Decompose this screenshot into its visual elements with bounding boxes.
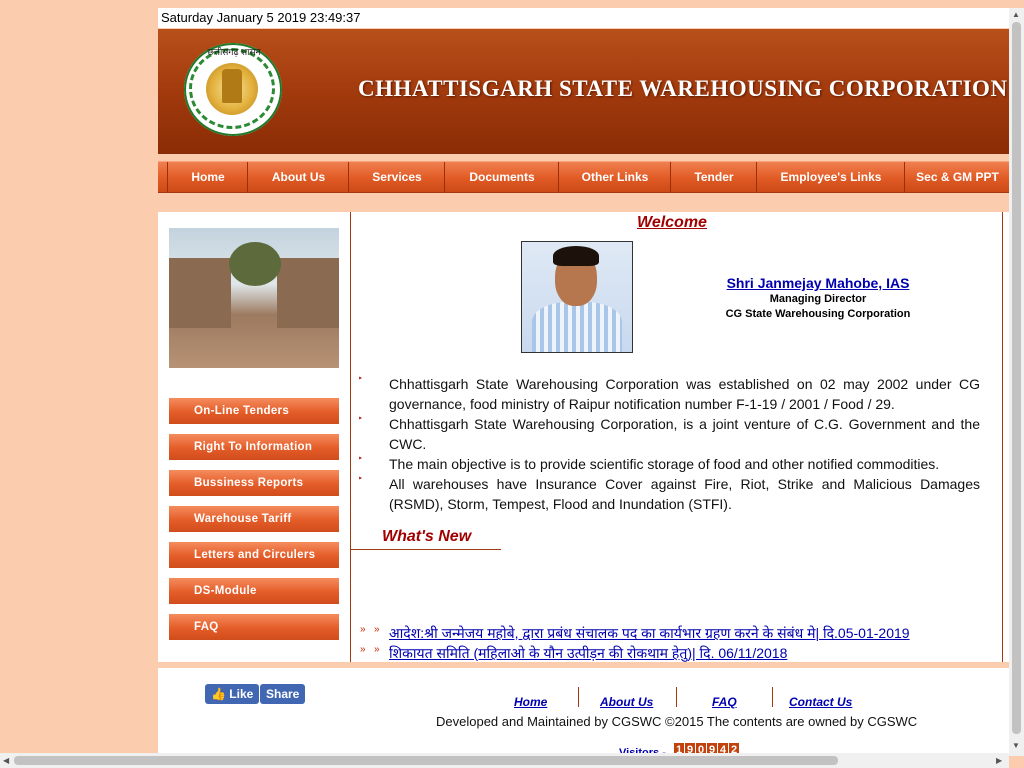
footer-link-about-us[interactable]: About Us bbox=[600, 695, 653, 709]
managing-director-role: Managing Director bbox=[769, 293, 867, 305]
scroll-down-arrow-icon[interactable]: ▼ bbox=[1012, 741, 1020, 750]
national-emblem-icon bbox=[222, 69, 242, 103]
sidebar-business-reports[interactable]: Bussiness Reports bbox=[169, 470, 339, 496]
facebook-share-button[interactable]: Share bbox=[260, 684, 306, 704]
managing-director-org: CG State Warehousing Corporation bbox=[725, 308, 911, 320]
scroll-left-arrow-icon[interactable]: ◀ bbox=[3, 756, 9, 765]
nav-employees-links[interactable]: Employee's Links bbox=[756, 162, 905, 192]
about-paragraph: All warehouses have Insurance Cover agai… bbox=[389, 476, 980, 512]
footer-link-contact-us[interactable]: Contact Us bbox=[789, 695, 852, 709]
seal-text: छत्तीसगढ़ शासन bbox=[207, 47, 261, 57]
news-arrow-icon: » bbox=[360, 644, 366, 655]
nav-documents[interactable]: Documents bbox=[444, 162, 559, 192]
horizontal-scrollbar-thumb[interactable] bbox=[14, 756, 838, 765]
warehouse-photo bbox=[169, 228, 339, 368]
warehouse-building-right bbox=[277, 258, 339, 328]
managing-director-name-link[interactable]: Shri Janmejay Mahobe, IAS bbox=[678, 275, 958, 291]
bullet-arrow-icon: ‣ bbox=[358, 414, 363, 423]
tree-image bbox=[229, 242, 281, 286]
warehouse-building-left bbox=[169, 258, 231, 328]
photo-hair bbox=[553, 246, 599, 266]
nav-about-us[interactable]: About Us bbox=[247, 162, 349, 192]
date-time-bar: Saturday January 5 2019 23:49:37 bbox=[158, 8, 1009, 28]
whats-new-heading: What's New bbox=[382, 528, 472, 545]
developed-by-text: Developed and Maintained by CGSWC ©2015 … bbox=[436, 714, 918, 729]
sidebar-letters-and-circulars[interactable]: Letters and Circulers bbox=[169, 542, 339, 568]
scroll-right-arrow-icon[interactable]: ▶ bbox=[996, 756, 1002, 765]
sidebar-faq[interactable]: FAQ bbox=[169, 614, 339, 640]
news-link[interactable]: शिकायत समिति (महिलाओ के यौन उत्पीड़न की … bbox=[389, 644, 787, 663]
photo-shirt bbox=[532, 302, 622, 352]
footer-link-faq[interactable]: FAQ bbox=[712, 695, 737, 709]
footer-separator bbox=[772, 687, 773, 707]
column-divider-right bbox=[1002, 212, 1003, 662]
sidebar-right-to-information[interactable]: Right To Information bbox=[169, 434, 339, 460]
date-time-text: Saturday January 5 2019 23:49:37 bbox=[161, 10, 361, 25]
horizontal-scrollbar[interactable]: ◀ ▶ bbox=[0, 753, 1009, 768]
about-paragraph: Chhattisgarh State Warehousing Corporati… bbox=[389, 376, 980, 412]
managing-director-photo bbox=[521, 241, 633, 353]
news-arrow-icon: » bbox=[374, 644, 380, 655]
sidebar-warehouse-tariff[interactable]: Warehouse Tariff bbox=[169, 506, 339, 532]
news-arrow-icon: » bbox=[360, 624, 366, 635]
sidebar-on-line-tenders[interactable]: On-Line Tenders bbox=[169, 398, 339, 424]
page-container: Saturday January 5 2019 23:49:37 छत्तीसग… bbox=[158, 8, 1009, 768]
column-divider-left bbox=[350, 212, 351, 662]
about-paragraph: Chhattisgarh State Warehousing Corporati… bbox=[389, 416, 980, 452]
header-banner: छत्तीसगढ़ शासन CHHATTISGARH STATE WAREHO… bbox=[158, 29, 1009, 154]
about-paragraph: The main objective is to provide scienti… bbox=[389, 456, 940, 472]
bullet-arrow-icon: ‣ bbox=[358, 454, 363, 463]
thumbs-up-icon: 👍 bbox=[211, 687, 226, 701]
main-navigation: Home About Us Services Documents Other L… bbox=[158, 161, 1009, 193]
sidebar-ds-module[interactable]: DS-Module bbox=[169, 578, 339, 604]
bullet-arrow-icon: ‣ bbox=[358, 474, 363, 483]
footer-separator bbox=[676, 687, 677, 707]
government-seal-logo: छत्तीसगढ़ शासन bbox=[184, 43, 282, 136]
news-arrow-icon: » bbox=[374, 624, 380, 635]
nav-services[interactable]: Services bbox=[348, 162, 445, 192]
vertical-scrollbar[interactable]: ▲ ▼ bbox=[1009, 8, 1024, 756]
footer-separator bbox=[578, 687, 579, 707]
facebook-like-button[interactable]: 👍 Like bbox=[205, 684, 260, 704]
facebook-like-label: Like bbox=[229, 687, 254, 701]
footer-link-home[interactable]: Home bbox=[514, 695, 547, 709]
vertical-scrollbar-thumb[interactable] bbox=[1012, 22, 1021, 734]
whats-new-underline bbox=[351, 549, 501, 550]
bullet-arrow-icon: ‣ bbox=[358, 374, 363, 383]
nav-sec-gm-ppt[interactable]: Sec & GM PPT bbox=[904, 162, 1010, 192]
welcome-heading: Welcome bbox=[637, 214, 707, 231]
site-title: CHHATTISGARH STATE WAREHOUSING CORPORATI… bbox=[358, 76, 1008, 101]
nav-tender[interactable]: Tender bbox=[670, 162, 757, 192]
nav-other-links[interactable]: Other Links bbox=[558, 162, 671, 192]
news-link[interactable]: आदेश:श्री जन्मेजय महोबे, द्वारा प्रबंध स… bbox=[389, 624, 910, 643]
main-content: On-Line Tenders Right To Information Bus… bbox=[158, 212, 1009, 662]
scroll-up-arrow-icon[interactable]: ▲ bbox=[1012, 10, 1020, 19]
nav-home[interactable]: Home bbox=[167, 162, 248, 192]
